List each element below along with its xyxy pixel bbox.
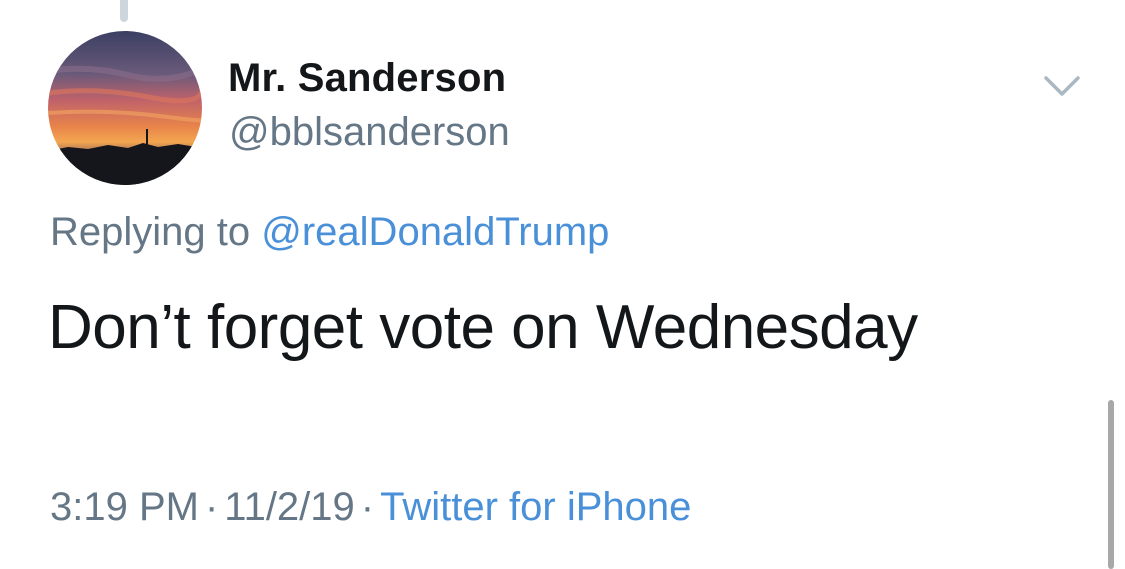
tweet-detail: Mr. Sanderson @bblsanderson Replying to … [0,0,1125,569]
meta-separator: · [204,485,219,529]
tweet-date: 11/2/19 [224,485,355,529]
reply-context: Replying to @realDonaldTrump [50,210,609,255]
scrollbar[interactable] [1108,400,1114,569]
sunset-avatar-image [48,31,202,185]
reply-mention-link[interactable]: @realDonaldTrump [261,210,609,254]
chevron-down-icon[interactable] [1040,70,1084,104]
tweet-metadata: 3:19 PM · 11/2/19 · Twitter for iPhone [50,485,691,530]
avatar[interactable] [48,31,202,185]
tweet-time: 3:19 PM [50,485,199,529]
tweet-text: Don’t forget vote on Wednesday [48,293,918,362]
tweet-source-link[interactable]: Twitter for iPhone [380,485,691,529]
reply-prefix: Replying to [50,210,251,254]
meta-separator: · [360,485,375,529]
thread-connector-line [120,0,128,22]
author-display-name[interactable]: Mr. Sanderson [228,56,506,101]
author-handle[interactable]: @bblsanderson [229,110,510,155]
